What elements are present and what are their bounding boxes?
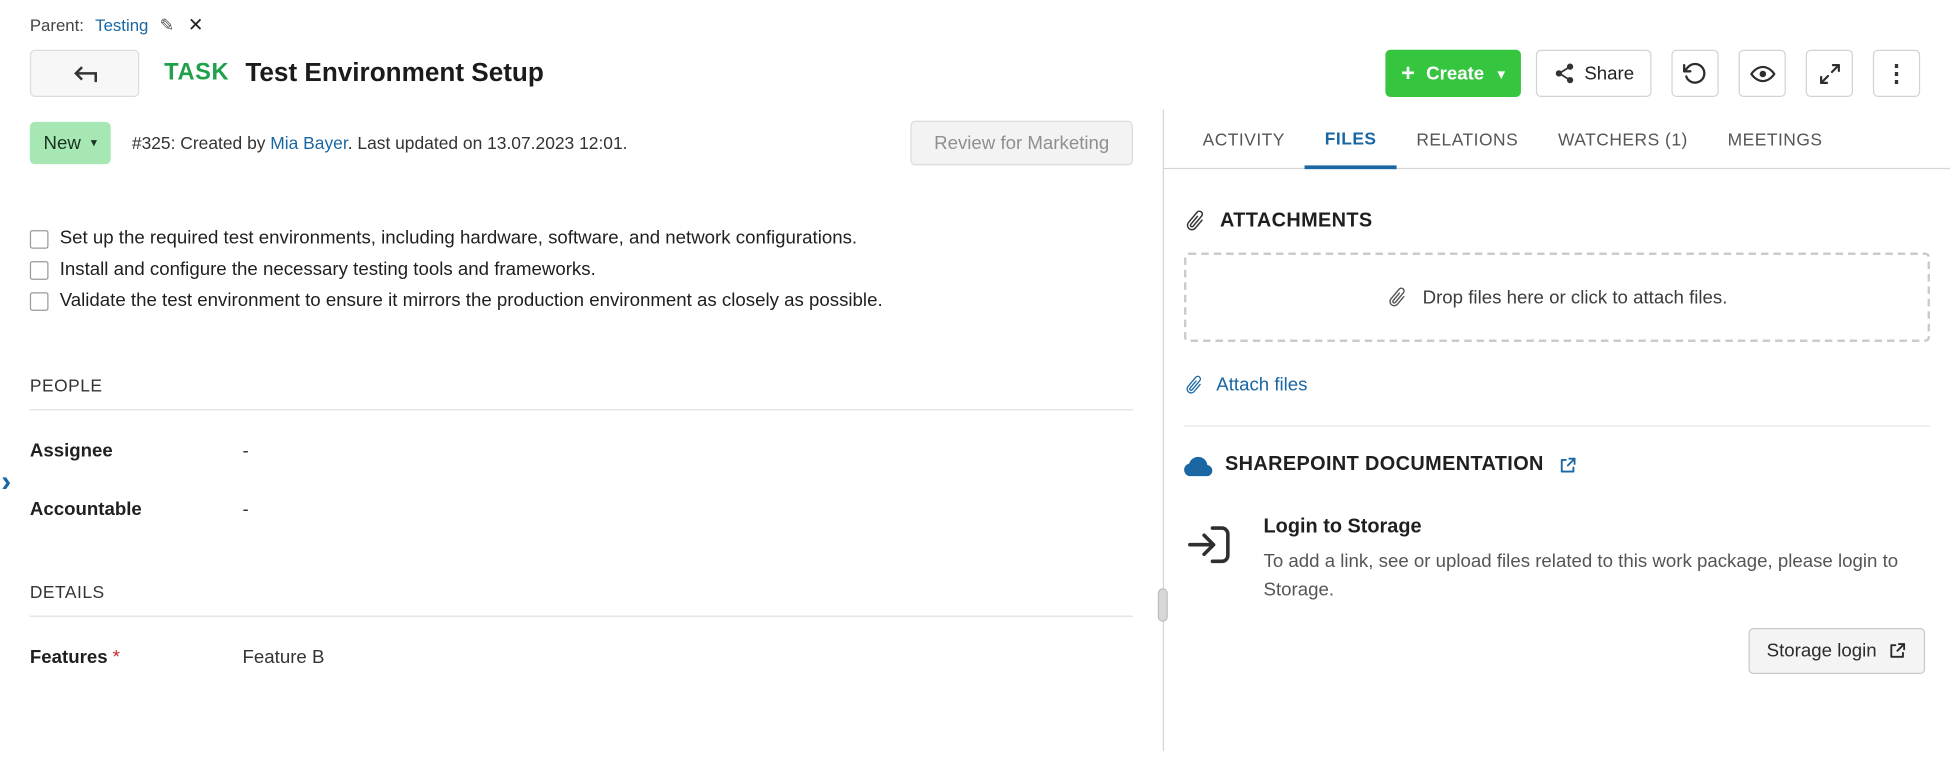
back-button[interactable] [30,50,139,97]
accountable-value[interactable]: - [243,499,249,520]
checkbox-unchecked[interactable] [30,230,49,249]
more-actions-button[interactable]: ⋮ [1873,50,1920,97]
dropzone-text: Drop files here or click to attach files… [1423,287,1728,308]
assignee-value[interactable]: - [243,440,249,461]
cloud-icon [1184,455,1213,476]
features-label: Features* [30,647,243,668]
expand-sidebar-chevron-icon[interactable]: › [1,468,11,498]
people-section-heading: PEOPLE [30,376,1133,411]
section-divider [1184,425,1930,426]
details-section-heading: DETAILS [30,582,1133,617]
storage-login-button-row: Storage login [1184,627,1930,673]
tab-watchers[interactable]: WATCHERS (1) [1538,109,1708,167]
parent-breadcrumb: Parent: Testing ✎ ✕ [0,0,1950,39]
work-package-header: TASK Test Environment Setup + Create ▾ S… [0,39,1950,110]
required-asterisk: * [113,647,120,668]
status-label: New [44,132,81,153]
storage-login-title: Login to Storage [1264,516,1906,538]
back-arrow-icon [71,63,98,83]
tab-bar: ACTIVITY FILES RELATIONS WATCHERS (1) ME… [1164,109,1950,169]
meta-prefix: #325: Created by [132,133,270,153]
create-button[interactable]: + Create ▾ [1385,50,1521,97]
meta-suffix: . Last updated on 13.07.2023 12:01. [348,133,628,153]
status-row: New ▾ #325: Created by Mia Bayer. Last u… [30,121,1133,166]
accountable-field-row: Accountable - [30,499,1133,520]
create-button-label: Create [1426,63,1484,84]
checkbox-unchecked[interactable] [30,292,49,311]
main-split: › New ▾ #325: Created by Mia Bayer. Last… [0,109,1950,751]
file-dropzone[interactable]: Drop files here or click to attach files… [1184,252,1930,342]
chevron-down-icon: ▾ [1498,65,1505,81]
features-field-row: Features* Feature B [30,647,1133,668]
share-button-label: Share [1584,63,1634,84]
author-link[interactable]: Mia Bayer [270,133,347,153]
edit-parent-icon[interactable]: ✎ [160,14,175,35]
sharepoint-heading-text: SHAREPOINT DOCUMENTATION [1225,454,1544,476]
expand-icon [1818,62,1842,86]
paperclip-icon [1382,281,1414,313]
assignee-field-row: Assignee - [30,440,1133,461]
list-item: Install and configure the necessary test… [30,259,1133,280]
plus-icon: + [1401,62,1415,86]
storage-login-block: Login to Storage To add a link, see or u… [1184,516,1930,605]
assignee-label: Assignee [30,440,243,461]
attachments-heading: ATTACHMENTS [1184,209,1930,233]
paperclip-icon [1179,204,1212,237]
paperclip-icon [1180,370,1210,400]
tab-relations[interactable]: RELATIONS [1396,109,1538,167]
list-item: Validate the test environment to ensure … [30,290,1133,311]
work-package-page: Parent: Testing ✎ ✕ TASK Test Environmen… [0,0,1950,766]
history-icon [1683,61,1708,86]
eye-icon [1749,60,1775,86]
checklist-item-text: Install and configure the necessary test… [60,259,596,280]
meta-text: #325: Created by Mia Bayer. Last updated… [132,133,628,153]
features-value[interactable]: Feature B [243,647,325,668]
work-package-details-panel: › New ▾ #325: Created by Mia Bayer. Last… [0,109,1164,751]
tab-files[interactable]: FILES [1305,109,1397,169]
checklist-item-text: Set up the required test environments, i… [60,228,857,249]
attach-files-link[interactable]: Attach files [1184,374,1308,395]
tab-activity[interactable]: ACTIVITY [1183,109,1305,167]
storage-login-description: To add a link, see or upload files relat… [1264,547,1906,605]
attach-files-link-text: Attach files [1216,374,1307,395]
login-icon [1184,519,1236,605]
files-tab-content: ATTACHMENTS Drop files here or click to … [1164,209,1950,673]
watch-button[interactable] [1739,50,1786,97]
page-title: Test Environment Setup [245,58,543,88]
share-icon [1553,62,1575,84]
checklist-item-text: Validate the test environment to ensure … [60,290,883,311]
baseline-history-button[interactable] [1671,50,1718,97]
sharepoint-heading: SHAREPOINT DOCUMENTATION [1184,454,1930,476]
storage-login-text: Login to Storage To add a link, see or u… [1264,516,1906,605]
list-item: Set up the required test environments, i… [30,228,1133,249]
status-dropdown-button[interactable]: New ▾ [30,122,111,164]
external-link-icon [1888,641,1907,660]
panel-resize-handle[interactable] [1158,588,1168,622]
attachments-heading-text: ATTACHMENTS [1220,210,1373,232]
description-checklist: Set up the required test environments, i… [30,228,1133,311]
share-button[interactable]: Share [1536,50,1652,97]
features-label-text: Features [30,647,108,668]
fullscreen-button[interactable] [1806,50,1853,97]
storage-login-button-label: Storage login [1767,640,1877,661]
external-link-icon[interactable] [1559,456,1578,475]
review-for-marketing-button[interactable]: Review for Marketing [910,121,1132,166]
parent-link[interactable]: Testing [95,16,148,35]
accountable-label: Accountable [30,499,243,520]
remove-parent-icon[interactable]: ✕ [188,14,204,36]
checkbox-unchecked[interactable] [30,261,49,280]
tab-meetings[interactable]: MEETINGS [1708,109,1843,167]
work-package-type-label: TASK [164,60,229,87]
work-package-tabs-panel: ACTIVITY FILES RELATIONS WATCHERS (1) ME… [1164,109,1950,751]
chevron-down-icon: ▾ [91,136,97,150]
parent-label: Parent: [30,16,84,35]
kebab-menu-icon: ⋮ [1885,59,1909,88]
storage-login-button[interactable]: Storage login [1748,627,1925,673]
